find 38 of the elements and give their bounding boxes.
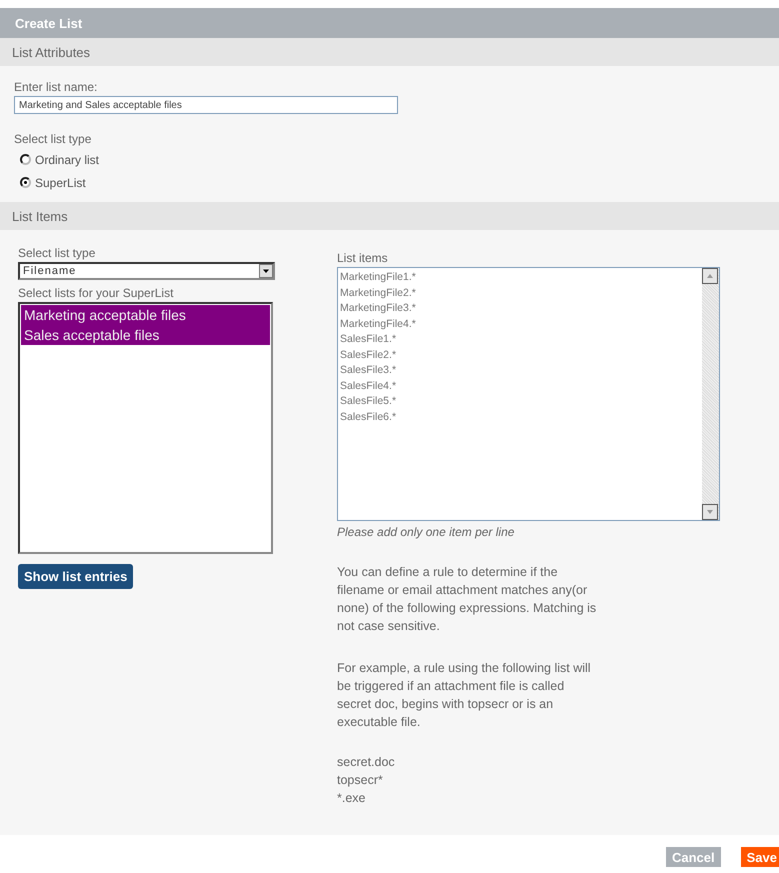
hint-text: Please add only one item per line	[337, 525, 516, 539]
list-type-dropdown[interactable]: Filename	[18, 262, 275, 280]
example-text: topsecr*	[337, 772, 384, 789]
list-item-text: MarketingFile1.*	[340, 270, 416, 285]
list-name-field[interactable]: Marketing and Sales acceptable files	[14, 96, 398, 114]
field-label: Enter list name:	[14, 80, 98, 94]
radio-label: SuperList	[35, 176, 86, 190]
section-header: List Attributes	[12, 44, 90, 60]
list-item-text: SalesFile4.*	[340, 378, 398, 394]
window-title: Create List	[15, 16, 82, 30]
list-item-text: MarketingFile4.*	[340, 316, 416, 332]
description-paragraph: You can define a rule to determine if the filename or email attachment matches any(or none) of the following expressions. Matching is not case sensitive.	[337, 564, 598, 635]
field-label: Select list type	[14, 132, 92, 146]
example-text: secret.doc	[337, 754, 396, 771]
field-label: List items	[337, 251, 389, 265]
superlist-listbox[interactable]: Marketing acceptable files Sales acceptable files	[18, 302, 273, 554]
description-paragraph: For example, a rule using the following list will be triggered if an attachment file is called secret doc, begins with topsecr or is an executable file.	[337, 660, 592, 731]
scrollbar[interactable]	[702, 268, 719, 520]
list-item-text: SalesFile3.*	[340, 363, 398, 378]
list-item-text: SalesFile5.*	[340, 394, 398, 409]
show-list-entries-button[interactable]: Show list entries	[18, 564, 134, 589]
list-item-text: SalesFile6.*	[340, 410, 398, 424]
section-header: List Items	[12, 208, 68, 224]
field-label: Select list type	[18, 246, 96, 260]
list-option[interactable]: Marketing acceptable files	[21, 305, 270, 325]
list-items-textarea[interactable]: MarketingFile1.* MarketingFile2.* MarketingFile3.* MarketingFile4.* SalesFile1.* SalesFile2.* SalesFile3.* SalesFile4.* SalesFile5.* SalesFile6.*	[337, 267, 720, 521]
list-item-text: MarketingFile2.*	[340, 286, 416, 300]
scroll-down-icon[interactable]	[702, 504, 718, 520]
list-item-text: SalesFile2.*	[340, 348, 398, 362]
list-option[interactable]: Sales acceptable files	[21, 325, 270, 345]
example-text: *.exe	[337, 790, 366, 807]
scroll-up-icon[interactable]	[702, 268, 718, 284]
radio-button[interactable]	[20, 177, 31, 188]
radio-button[interactable]	[20, 154, 31, 165]
field-label: Select lists for your SuperList	[18, 286, 174, 300]
radio-label: Ordinary list	[35, 152, 100, 166]
list-item-text: SalesFile1.*	[340, 332, 398, 347]
list-item-text: MarketingFile3.*	[340, 301, 416, 316]
